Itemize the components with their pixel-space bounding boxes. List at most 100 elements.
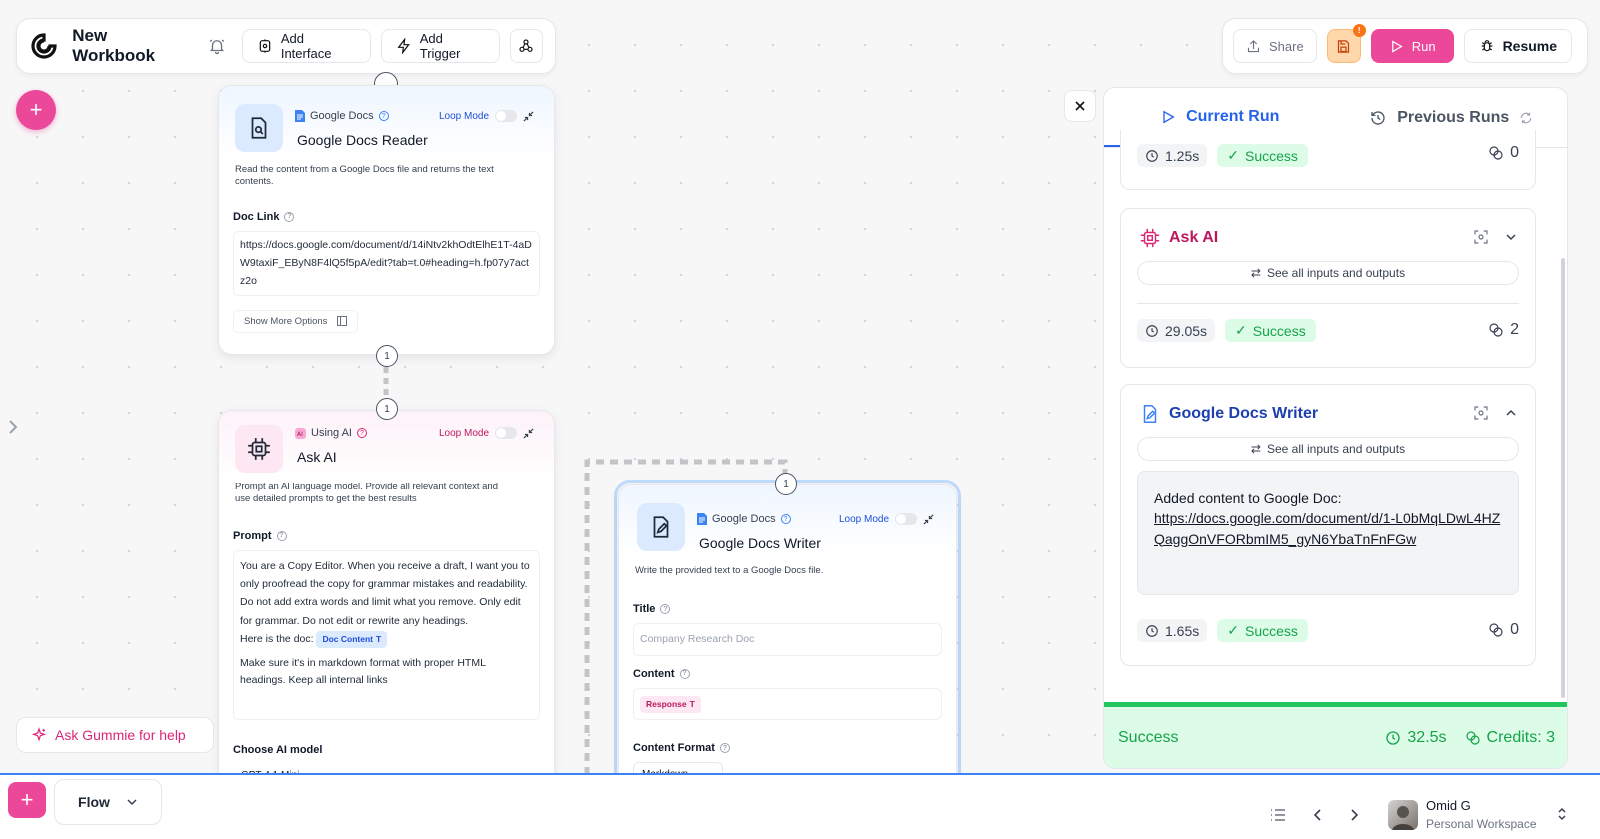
step-duration: 1.25s [1137,144,1208,167]
sparkle-icon [31,727,47,743]
total-credits-value: Credits: 3 [1486,728,1555,746]
help-icon[interactable]: ? [356,428,367,438]
ask-ai-loop-toggle[interactable] [495,427,518,439]
ask-ai-service-name: Using AI [311,427,352,439]
list-icon[interactable] [1270,808,1286,822]
step-credits: 0 [1488,621,1519,639]
collapse-icon[interactable] [523,427,534,439]
total-time: 32.5s [1385,729,1447,747]
cpu-chip-icon [1139,227,1161,249]
divider [1137,303,1519,304]
help-icon[interactable]: ? [780,514,791,524]
chevron-down-icon[interactable] [1505,231,1517,243]
run-toolbar: Share ! Run Resume [1222,18,1588,74]
plus-icon: + [20,787,34,812]
ask-ai-input-connector[interactable]: 1 [376,398,398,420]
run-step-title: Ask AI [1169,229,1219,246]
chevron-up-down-icon[interactable] [1556,806,1568,822]
collapse-icon[interactable] [523,110,534,122]
ask-ai-node-title: Ask AI [297,449,337,465]
title-label-text: Title [633,603,656,616]
tab-previous-label: Previous Runs [1397,108,1510,126]
focus-icon[interactable] [1473,229,1489,245]
prompt-textarea[interactable]: You are a Copy Editor. When you receive … [233,549,540,720]
show-more-options-button[interactable]: Show More Options [233,309,359,333]
output-doc-link[interactable]: https://docs.google.com/document/d/1-L0b… [1154,508,1502,549]
prompt-doc-prefix: Here is the doc: [240,633,314,646]
writer-loop-toggle[interactable] [895,513,918,525]
google-docs-icon [295,110,305,122]
save-icon [1336,39,1351,54]
content-input[interactable]: Response T [633,687,942,721]
focus-icon[interactable] [1473,405,1489,421]
model-label: Choose AI model [233,743,323,756]
writer-description: Write the provided text to a Google Docs… [635,565,824,576]
refresh-icon[interactable] [1519,111,1533,125]
avatar[interactable] [1388,800,1418,830]
user-info[interactable]: Omid G Personal Workspace [1426,798,1537,831]
final-status: Success [1118,728,1179,746]
writer-loop-mode: Loop Mode [839,513,934,525]
ask-gummie-button[interactable]: Ask Gummie for help [16,717,214,753]
content-label: Content ? [619,668,956,680]
response-variable[interactable]: Response T [640,695,701,713]
share-label: Share [1269,38,1304,54]
output-text: Added content to Google Doc: [1154,490,1342,506]
svg-text:AI: AI [297,431,303,438]
step-credits: 0 [1488,144,1519,162]
chevron-left-icon[interactable] [1312,808,1324,822]
close-panel-button[interactable] [1064,90,1096,122]
ask-ai-node[interactable]: AI Using AI ? Ask AI Loop Mode Prompt an… [218,410,555,790]
share-button[interactable]: Share [1233,29,1317,63]
step-duration-value: 1.25s [1165,147,1200,164]
prompt-label-text: Prompt [233,529,272,542]
google-docs-reader-node[interactable]: Google Docs ? Google Docs Reader Loop Mo… [218,85,555,355]
doc-content-variable[interactable]: Doc Content T [316,631,388,649]
reader-output-connector[interactable]: 1 [376,345,398,367]
play-icon [1160,109,1176,125]
add-flow-button[interactable]: + [8,782,46,818]
help-icon[interactable]: ? [719,743,730,754]
help-icon[interactable]: ? [679,668,690,679]
step-credits-value: 2 [1510,321,1519,338]
panel-scrollbar[interactable] [1561,258,1565,698]
help-icon[interactable]: ? [284,211,295,222]
prompt-tail: Make sure it's in markdown format with p… [240,656,486,687]
run-step-google-docs-writer[interactable]: Google Docs Writer ⇄ See all inputs and … [1120,384,1536,666]
chevron-right-icon[interactable] [1348,808,1360,822]
doc-write-icon [1139,403,1161,425]
step-status-badge: ✓ Success [1217,144,1308,167]
writer-service: Google Docs ? [697,513,791,525]
help-icon[interactable]: ? [660,604,671,615]
see-all-io-button[interactable]: ⇄ See all inputs and outputs [1137,261,1519,285]
collapse-icon[interactable] [923,513,934,525]
google-docs-writer-node[interactable]: Google Docs ? Google Docs Writer Loop Mo… [618,484,957,794]
flow-selector[interactable]: Flow [54,779,162,825]
show-more-label: Show More Options [244,315,328,327]
bug-icon [1479,38,1495,54]
resume-button[interactable]: Resume [1463,29,1573,63]
reader-loop-toggle[interactable] [495,110,518,122]
ask-ai-loop-label: Loop Mode [439,427,490,439]
flow-label: Flow [78,794,110,810]
doc-link-input[interactable]: https://docs.google.com/document/d/14iNt… [233,230,540,296]
chevron-up-icon[interactable] [1505,407,1517,419]
run-step-title: Google Docs Writer [1169,405,1319,422]
save-button[interactable]: ! [1326,24,1366,63]
writer-node-header: Google Docs ? Google Docs Writer Loop Mo… [619,485,956,555]
run-step-stats: 29.05s ✓ Success [1137,319,1316,342]
run-step-ask-ai[interactable]: Ask AI ⇄ See all inputs and outputs 29.0… [1120,208,1536,368]
run-button[interactable]: Run [1370,29,1454,63]
clock-icon [1145,149,1159,163]
cpu-chip-icon [235,425,283,473]
writer-service-name: Google Docs [712,513,776,525]
credits-icon [1488,145,1504,161]
see-all-io-button[interactable]: ⇄ See all inputs and outputs [1137,437,1519,461]
swap-icon: ⇄ [1250,442,1261,456]
help-icon[interactable]: ? [276,530,287,541]
help-icon[interactable]: ? [378,111,389,121]
title-input[interactable]: Company Research Doc [633,623,942,656]
writer-input-connector[interactable]: 1 [775,473,797,495]
play-icon [1389,39,1404,54]
ask-ai-loop-mode: Loop Mode [439,427,534,439]
